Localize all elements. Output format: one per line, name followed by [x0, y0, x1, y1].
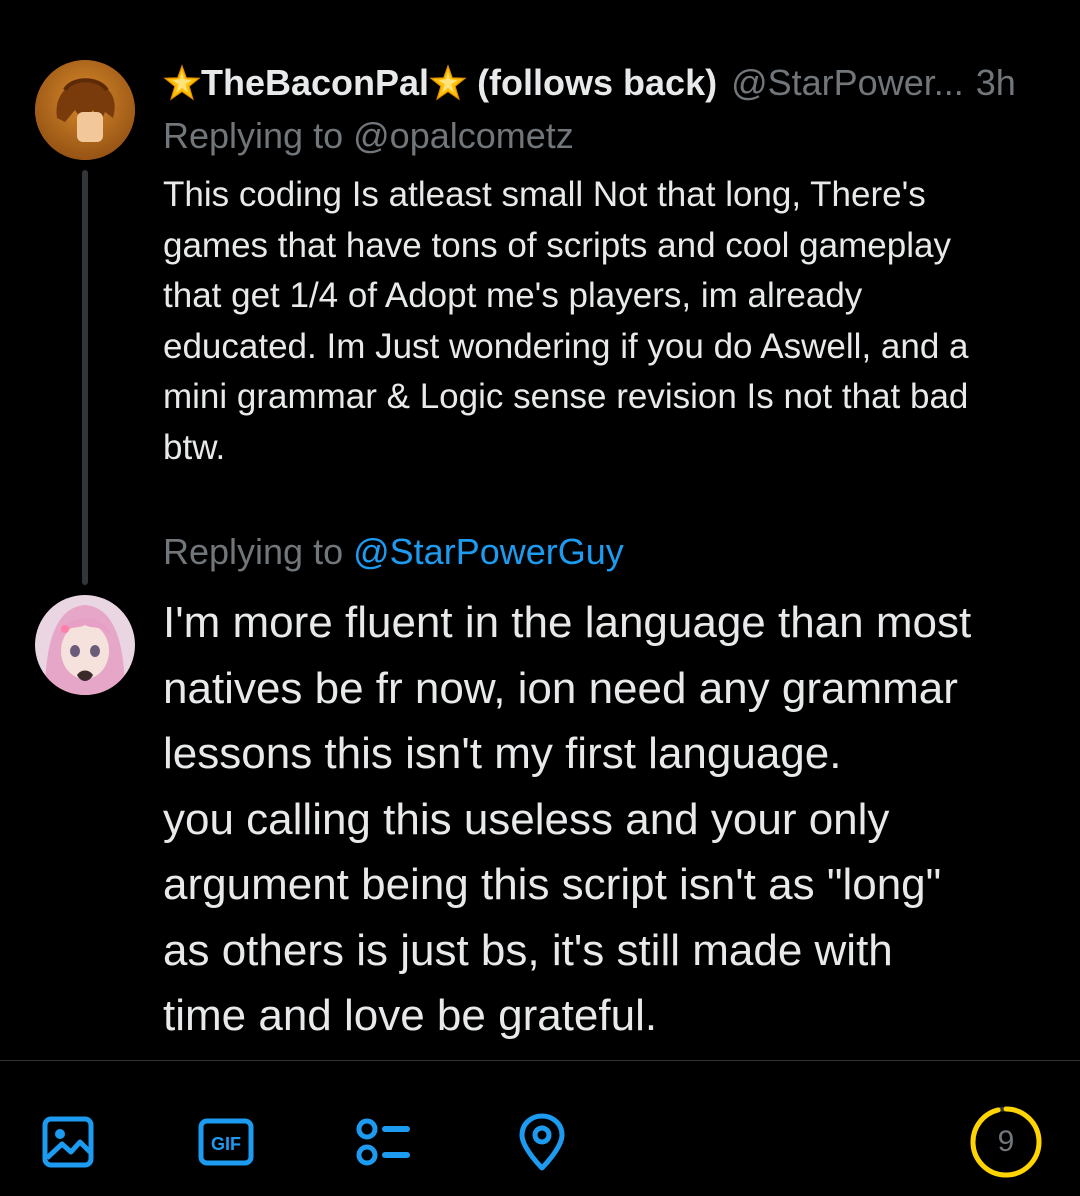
replying-to-mention[interactable]: @opalcometz	[353, 115, 574, 156]
image-icon[interactable]	[38, 1112, 98, 1172]
display-name[interactable]: TheBaconPal	[163, 58, 467, 108]
tweet-time[interactable]: 3h	[976, 58, 1016, 108]
replying-prefix: Replying to	[163, 115, 344, 156]
avatar-current-user[interactable]	[35, 595, 135, 695]
gif-label: GIF	[211, 1134, 241, 1154]
reply-replying-to-line: Replying to @StarPowerGuy	[163, 529, 624, 575]
replying-to-line: Replying to @opalcometz	[163, 113, 574, 159]
display-name-text: TheBaconPal	[201, 62, 430, 103]
location-icon[interactable]	[512, 1112, 572, 1172]
poll-icon[interactable]	[352, 1112, 412, 1172]
character-counter: 9	[997, 1125, 1015, 1158]
glowing-star-icon	[163, 64, 201, 101]
thread-line	[82, 170, 88, 585]
reply-replying-prefix: Replying to	[163, 531, 344, 572]
original-tweet-text: This coding Is atleast small Not that lo…	[163, 175, 969, 467]
user-handle[interactable]: @StarPower...	[731, 58, 964, 108]
glowing-star-icon	[429, 64, 467, 101]
tweet-header: TheBaconPal (follows back) @StarPower...…	[163, 58, 1063, 108]
avatar-thebaconpal[interactable]	[35, 60, 135, 160]
gif-icon[interactable]: GIF	[196, 1112, 256, 1172]
reply-compose-text[interactable]: I'm more fluent in the language than mos…	[163, 590, 1063, 1049]
toolbar-divider	[0, 1060, 1080, 1061]
follows-back-label: (follows back)	[477, 62, 718, 103]
reply-mention-link[interactable]: @StarPowerGuy	[353, 531, 624, 572]
